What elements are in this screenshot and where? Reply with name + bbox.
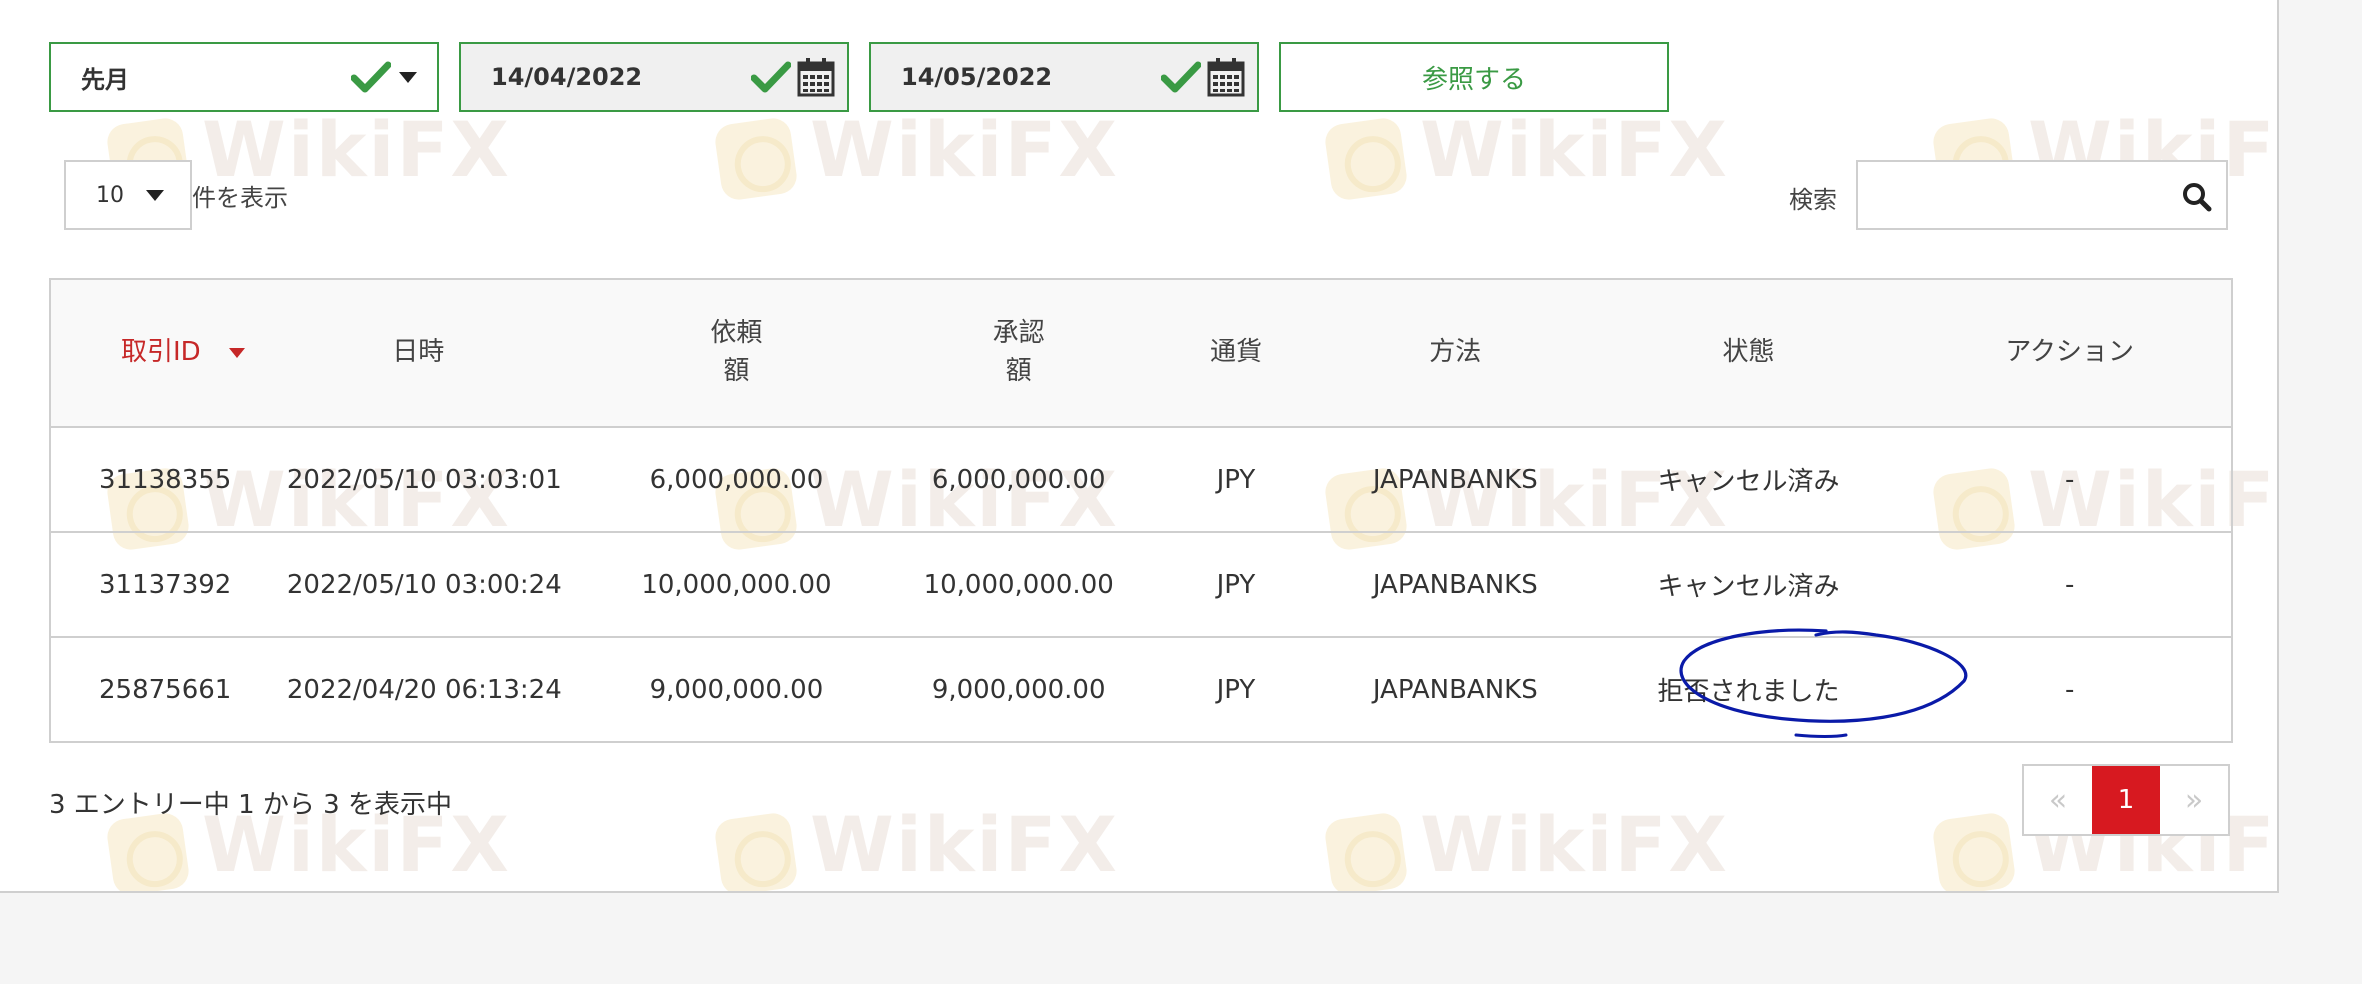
cell-status: 拒否されました [1657, 677, 1840, 707]
watermark: WikiFX [713, 800, 1117, 891]
cell-currency: JPY [1216, 674, 1256, 705]
chevron-down-icon [399, 71, 417, 83]
table-row: 31138355 2022/05/10 03:03:01 6,000,000.0… [51, 426, 2231, 531]
cell-status: キャンセル済み [1657, 572, 1840, 602]
cell-approved: 6,000,000.00 [931, 464, 1106, 495]
page-length-label: 件を表示 [192, 184, 288, 212]
watermark: WikiFX [1323, 105, 1727, 202]
page-length-select[interactable]: 10 [64, 160, 192, 230]
pagination-prev[interactable]: « [2024, 766, 2092, 834]
table-info: 3 エントリー中 1 から 3 を表示中 [49, 790, 452, 820]
table-row: 25875661 2022/04/20 06:13:24 9,000,000.0… [51, 636, 2231, 741]
column-header-datetime[interactable]: 日時 [251, 334, 586, 372]
search-label: 検索 [1789, 186, 1837, 214]
cell-datetime: 2022/05/10 03:03:01 [286, 464, 562, 495]
view-button[interactable]: 参照する [1279, 42, 1669, 112]
check-icon [1161, 61, 1201, 93]
wikifx-logo-icon [1323, 116, 1409, 202]
wikifx-logo-icon [713, 811, 799, 891]
cell-requested: 6,000,000.00 [649, 464, 824, 495]
cell-id: 25875661 [99, 674, 232, 705]
check-icon [751, 61, 791, 93]
cell-currency: JPY [1216, 569, 1256, 600]
cell-datetime: 2022/05/10 03:00:24 [286, 569, 562, 600]
transactions-table: 取引ID 日時 依頼額 承認額 通貨 方法 状態 アクション 31138355 … [49, 278, 2233, 743]
chevron-down-icon [146, 189, 164, 201]
cell-requested: 9,000,000.00 [649, 674, 824, 705]
wikifx-logo-icon [105, 811, 191, 891]
column-header-approved[interactable]: 承認額 [887, 315, 1150, 390]
wikifx-logo-icon [1323, 811, 1409, 891]
column-header-method[interactable]: 方法 [1322, 334, 1589, 372]
column-header-currency[interactable]: 通貨 [1150, 334, 1322, 372]
content-panel: WikiFX WikiFX WikiFX WikiFX WikiFX WikiF… [0, 0, 2279, 893]
wikifx-logo-icon [1931, 811, 2017, 891]
to-date-value: 14/05/2022 [901, 63, 1053, 91]
column-header-action: アクション [2005, 337, 2135, 368]
pagination: « 1 » [2022, 764, 2230, 836]
pagination-next[interactable]: » [2160, 766, 2228, 834]
wikifx-logo-icon [713, 116, 799, 202]
cell-method: JAPANBANKS [1372, 569, 1538, 600]
cell-status: キャンセル済み [1657, 467, 1840, 497]
period-select[interactable]: 先月 [49, 42, 439, 112]
page-length-value: 10 [96, 182, 124, 208]
cell-approved: 9,000,000.00 [931, 674, 1106, 705]
cell-id: 31138355 [99, 464, 232, 495]
pagination-page[interactable]: 1 [2092, 766, 2160, 834]
calendar-icon[interactable] [797, 57, 835, 97]
cell-method: JAPANBANKS [1372, 674, 1538, 705]
search-input[interactable] [1856, 160, 2228, 230]
cell-requested: 10,000,000.00 [641, 569, 832, 600]
table-row: 31137392 2022/05/10 03:00:24 10,000,000.… [51, 531, 2231, 636]
column-header-status[interactable]: 状態 [1589, 334, 1909, 372]
sort-desc-icon [228, 348, 245, 358]
cell-action: - [2064, 464, 2075, 495]
from-date-field[interactable]: 14/04/2022 [459, 42, 849, 112]
cell-currency: JPY [1216, 464, 1256, 495]
column-header-requested[interactable]: 依頼額 [586, 315, 888, 390]
cell-id: 31137392 [99, 569, 232, 600]
check-icon [351, 61, 391, 93]
column-header-id[interactable]: 取引ID [51, 334, 251, 372]
cell-datetime: 2022/04/20 06:13:24 [286, 674, 562, 705]
from-date-value: 14/04/2022 [491, 63, 643, 91]
period-value: 先月 [81, 65, 129, 94]
table-header-row: 取引ID 日時 依頼額 承認額 通貨 方法 状態 アクション [51, 280, 2231, 426]
watermark: WikiFX [1323, 800, 1727, 891]
cell-approved: 10,000,000.00 [923, 569, 1114, 600]
calendar-icon[interactable] [1207, 57, 1245, 97]
cell-action: - [2064, 674, 2075, 705]
cell-action: - [2064, 569, 2075, 600]
to-date-field[interactable]: 14/05/2022 [869, 42, 1259, 112]
cell-method: JAPANBANKS [1372, 464, 1538, 495]
watermark: WikiFX [713, 105, 1117, 202]
search-icon[interactable] [2182, 182, 2212, 212]
